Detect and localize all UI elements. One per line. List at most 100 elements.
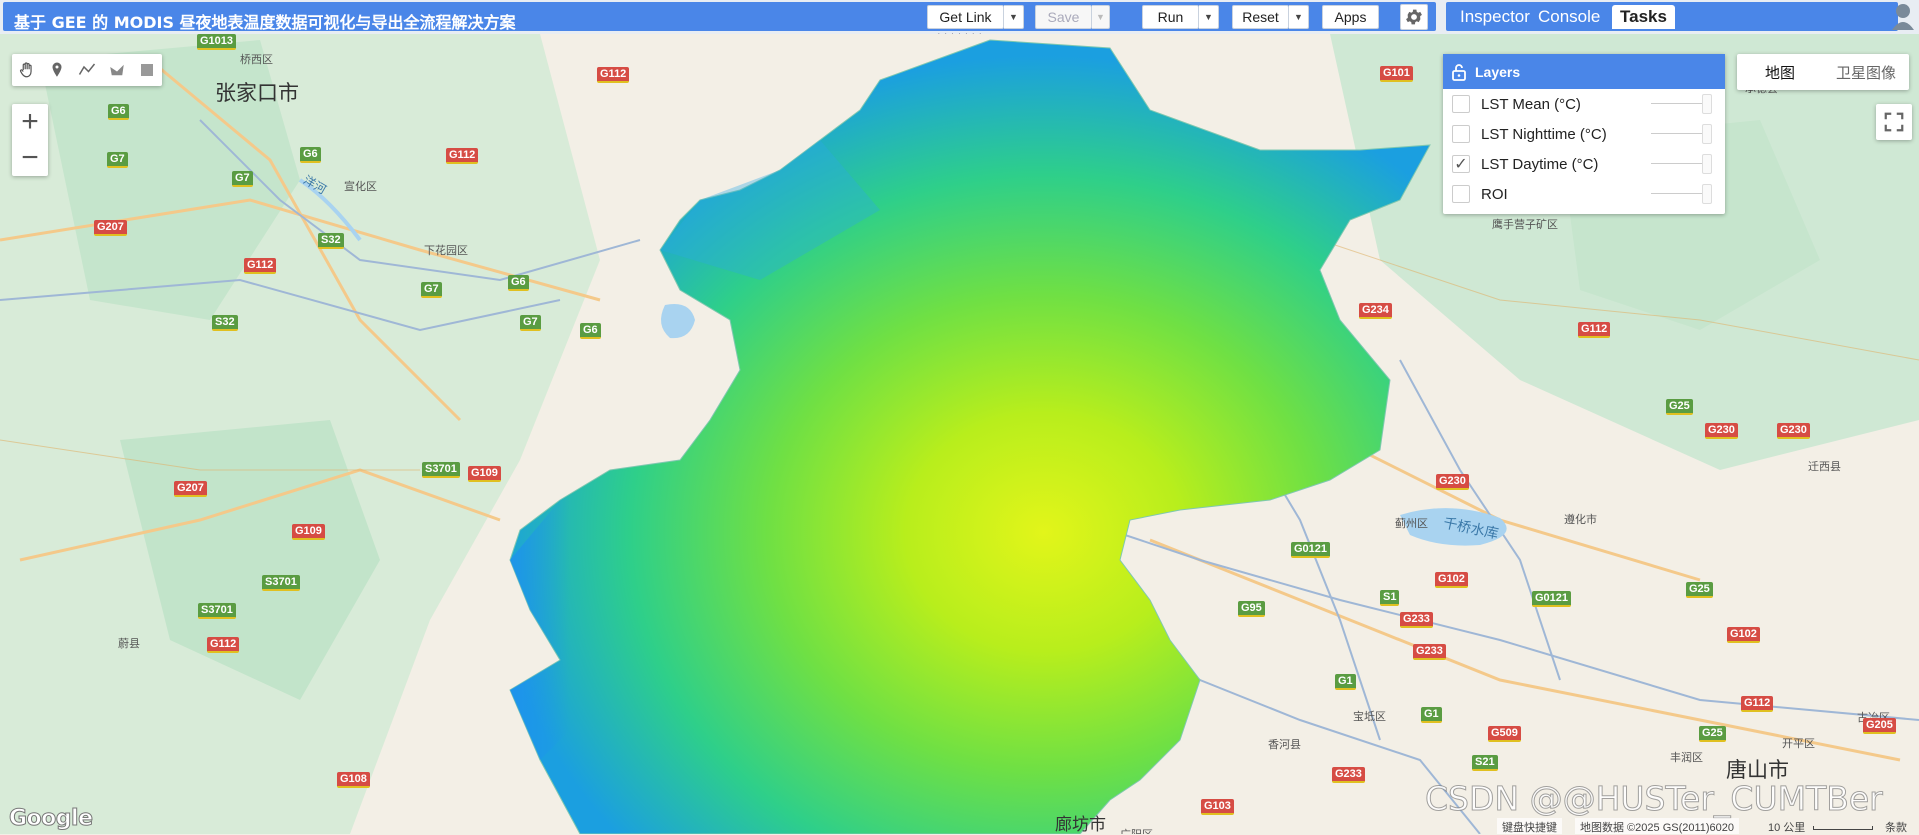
layer-row: ✓ LST Daytime (°C) xyxy=(1443,149,1725,179)
marker-icon xyxy=(52,62,62,77)
layer-name: LST Daytime (°C) xyxy=(1481,155,1599,173)
road-shield: G233 xyxy=(1413,644,1446,660)
fullscreen-button[interactable] xyxy=(1876,104,1912,140)
save-button[interactable]: Save xyxy=(1035,5,1092,29)
road-shield: G6 xyxy=(300,147,321,163)
polygon-tool[interactable] xyxy=(102,54,132,86)
opacity-slider[interactable] xyxy=(1702,154,1712,174)
layer-checkbox[interactable] xyxy=(1452,125,1470,143)
layer-row: LST Mean (°C) xyxy=(1443,89,1725,119)
zoom-out-button[interactable]: − xyxy=(12,140,48,176)
reset-button[interactable]: Reset xyxy=(1232,5,1289,29)
rectangle-tool[interactable] xyxy=(132,54,162,86)
terms-link[interactable]: 条款 xyxy=(1880,818,1912,834)
district-label: 蔚县 xyxy=(118,637,140,650)
rectangle-icon xyxy=(141,64,153,76)
map-type-roadmap[interactable]: 地图 xyxy=(1737,54,1823,90)
road-shield: S3701 xyxy=(262,575,300,591)
keyboard-shortcuts-link[interactable]: 键盘快捷键 xyxy=(1497,818,1562,834)
road-shield: G112 xyxy=(597,67,630,83)
road-shield: G25 xyxy=(1699,726,1726,742)
layers-title: Layers xyxy=(1475,63,1521,80)
opacity-slider[interactable] xyxy=(1702,184,1712,204)
pan-tool[interactable] xyxy=(12,54,42,86)
lock-icon[interactable] xyxy=(1443,63,1475,81)
road-shield: S3701 xyxy=(198,603,236,619)
road-shield: G25 xyxy=(1686,582,1713,598)
city-label: 张家口市 xyxy=(215,81,299,105)
district-label: 蓟州区 xyxy=(1395,517,1428,530)
road-shield: G101 xyxy=(1380,66,1413,82)
layer-name: LST Mean (°C) xyxy=(1481,95,1581,113)
get-link-button[interactable]: Get Link xyxy=(927,5,1004,29)
run-dropdown[interactable]: ▼ xyxy=(1199,5,1219,29)
road-shield: G0121 xyxy=(1291,542,1331,558)
district-label: 开平区 xyxy=(1782,737,1815,750)
road-shield: S32 xyxy=(318,233,344,249)
reset-dropdown[interactable]: ▼ xyxy=(1289,5,1309,29)
zoom-controls: + − xyxy=(12,104,48,176)
chevron-down-icon: ▼ xyxy=(1204,12,1213,22)
road-shield: G7 xyxy=(421,282,442,298)
road-shield: G25 xyxy=(1666,399,1693,415)
line-tool[interactable] xyxy=(72,54,102,86)
road-shield: G230 xyxy=(1436,474,1469,490)
road-shield: G205 xyxy=(1863,718,1896,734)
hand-icon xyxy=(19,62,32,78)
road-shield: S32 xyxy=(212,315,238,331)
road-shield: G0121 xyxy=(1532,591,1572,607)
tab-tasks[interactable]: Tasks xyxy=(1612,5,1675,29)
settings-button[interactable] xyxy=(1400,4,1428,30)
watermark: CSDN @@HUSTer_CUMTBer xyxy=(1425,779,1884,819)
chevron-down-icon: ▼ xyxy=(1009,12,1018,22)
road-shield: G102 xyxy=(1435,572,1468,588)
chevron-down-icon: ▼ xyxy=(1294,12,1303,22)
user-avatar-icon xyxy=(1892,4,1914,30)
layer-checkbox[interactable]: ✓ xyxy=(1452,155,1470,173)
layer-row: ROI xyxy=(1443,179,1725,209)
road-shield: G112 xyxy=(1741,696,1774,712)
road-shield: G7 xyxy=(520,315,541,331)
layers-header[interactable]: Layers xyxy=(1443,54,1725,89)
google-logo: Google xyxy=(9,806,94,832)
road-shield: G109 xyxy=(468,466,501,482)
district-label: 丰润区 xyxy=(1670,751,1703,764)
road-shield: G230 xyxy=(1777,423,1810,439)
code-editor-header: 基于 GEE 的 MODIS 昼夜地表温度数据可视化与导出全流程解决方案 xyxy=(3,2,1436,32)
run-button[interactable]: Run xyxy=(1142,5,1199,29)
road-shield: G6 xyxy=(508,275,529,291)
zoom-in-button[interactable]: + xyxy=(12,104,48,140)
scale-label[interactable]: 10 公里 xyxy=(1763,818,1810,834)
district-label: 宝坻区 xyxy=(1353,710,1386,723)
road-shield: G1 xyxy=(1335,674,1356,690)
layer-checkbox[interactable] xyxy=(1452,95,1470,113)
avatar[interactable] xyxy=(1890,2,1916,30)
get-link-dropdown[interactable]: ▼ xyxy=(1004,5,1024,29)
point-tool[interactable] xyxy=(42,54,72,86)
save-dropdown[interactable]: ▼ xyxy=(1092,5,1110,29)
road-shield: G1 xyxy=(1421,707,1442,723)
district-label: 下花园区 xyxy=(424,244,468,257)
road-shield: G233 xyxy=(1332,767,1365,783)
road-shield: G102 xyxy=(1727,627,1760,643)
district-label: 迁西县 xyxy=(1808,460,1841,473)
road-shield: G109 xyxy=(292,524,325,540)
road-shield: G112 xyxy=(207,637,240,653)
road-shield: G207 xyxy=(174,481,207,497)
road-shield: G112 xyxy=(244,258,277,274)
tab-console[interactable]: Console xyxy=(1530,5,1608,29)
polygon-icon xyxy=(110,64,124,76)
layer-checkbox[interactable] xyxy=(1452,185,1470,203)
road-shield: G112 xyxy=(1578,322,1611,338)
district-label: 鹰手营子矿区 xyxy=(1492,218,1558,231)
district-label: 香河县 xyxy=(1268,738,1301,751)
opacity-slider[interactable] xyxy=(1702,94,1712,114)
tab-inspector[interactable]: Inspector xyxy=(1452,5,1538,29)
map-type-satellite[interactable]: 卫星图像 xyxy=(1823,54,1909,90)
road-shield: G1013 xyxy=(197,34,237,50)
road-shield: G112 xyxy=(446,148,479,164)
apps-button[interactable]: Apps xyxy=(1322,5,1379,29)
road-shield: G103 xyxy=(1201,799,1234,815)
opacity-slider[interactable] xyxy=(1702,124,1712,144)
layers-panel: Layers LST Mean (°C) LST Nighttime (°C) … xyxy=(1443,54,1725,214)
